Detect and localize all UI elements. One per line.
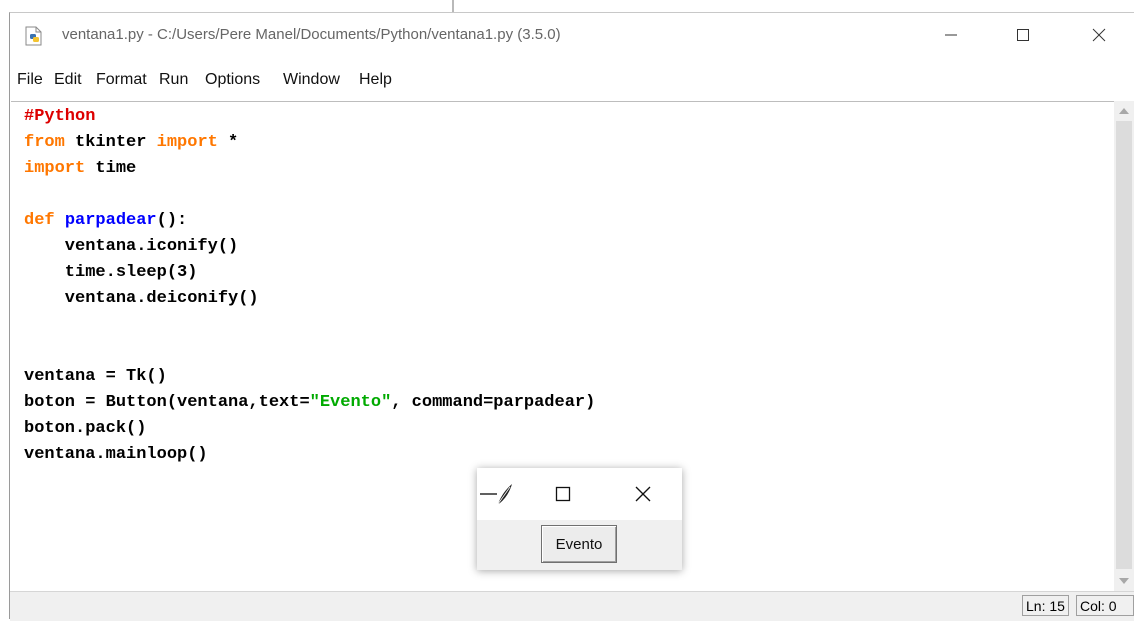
tk-close-button[interactable]	[623, 468, 663, 520]
scroll-down-icon[interactable]	[1114, 571, 1134, 591]
menu-edit[interactable]: Edit	[54, 71, 82, 89]
code-comment: #Python	[24, 107, 96, 126]
code-function-name: parpadear	[64, 211, 157, 230]
code-line-14: ventana.mainloop()	[24, 445, 208, 464]
code-keyword: def	[24, 211, 55, 230]
status-column: Col: 0	[1076, 595, 1134, 616]
tk-feather-icon	[477, 481, 517, 507]
code-keyword: import	[24, 159, 86, 178]
status-bar: Ln: 15 Col: 0	[10, 591, 1134, 621]
menu-help[interactable]: Help	[359, 71, 392, 89]
code-line-8: ventana.deiconify()	[24, 289, 259, 308]
close-button[interactable]	[1076, 13, 1122, 57]
desktop-divider	[452, 0, 454, 12]
maximize-icon	[1017, 29, 1029, 41]
menu-window[interactable]: Window	[283, 71, 340, 89]
maximize-icon	[555, 486, 571, 502]
code-keyword: from	[24, 133, 65, 152]
code-line-5: def parpadear():	[24, 208, 187, 234]
menu-format[interactable]: Format	[96, 71, 147, 89]
code-text: time	[85, 159, 137, 178]
window-title: ventana1.py - C:/Users/Pere Manel/Docume…	[62, 26, 561, 43]
tk-maximize-button[interactable]	[543, 468, 583, 520]
code-text: boton = Button(ventana,text=	[24, 393, 310, 412]
scrollbar-thumb[interactable]	[1116, 121, 1132, 569]
tk-window: Evento	[477, 468, 682, 570]
menu-file[interactable]: File	[17, 71, 43, 89]
code-keyword: import	[156, 133, 218, 152]
code-line-11: ventana = Tk()	[24, 367, 167, 386]
menu-bar: File Edit Format Run Options Window Help	[10, 68, 1134, 96]
minimize-icon	[945, 34, 957, 36]
code-line-1: #Python	[24, 104, 95, 130]
code-text: , command=parpadear)	[391, 393, 596, 412]
close-icon	[1092, 28, 1106, 42]
code-line-13: boton.pack()	[24, 419, 147, 438]
python-file-icon	[24, 26, 44, 46]
code-line-2: from tkinter import *	[24, 130, 238, 156]
code-line-12: boton = Button(ventana,text="Evento", co…	[24, 390, 595, 416]
code-string: "Evento"	[309, 393, 392, 412]
status-line: Ln: 15	[1022, 595, 1069, 616]
menu-run[interactable]: Run	[159, 71, 188, 89]
evento-button[interactable]: Evento	[541, 525, 617, 563]
code-text: tkinter	[64, 133, 157, 152]
code-line-3: import time	[24, 156, 136, 182]
code-line-7: time.sleep(3)	[24, 263, 198, 282]
code-text: ():	[156, 211, 188, 230]
menu-options[interactable]: Options	[205, 71, 260, 89]
scroll-up-icon[interactable]	[1114, 101, 1134, 121]
close-icon	[635, 486, 651, 502]
code-line-6: ventana.iconify()	[24, 237, 239, 256]
tk-title-bar[interactable]	[477, 468, 682, 520]
code-text: *	[217, 133, 239, 152]
title-bar[interactable]: ventana1.py - C:/Users/Pere Manel/Docume…	[10, 13, 1134, 57]
minimize-button[interactable]	[928, 13, 974, 57]
vertical-scrollbar[interactable]	[1114, 101, 1134, 591]
maximize-button[interactable]	[1000, 13, 1046, 57]
